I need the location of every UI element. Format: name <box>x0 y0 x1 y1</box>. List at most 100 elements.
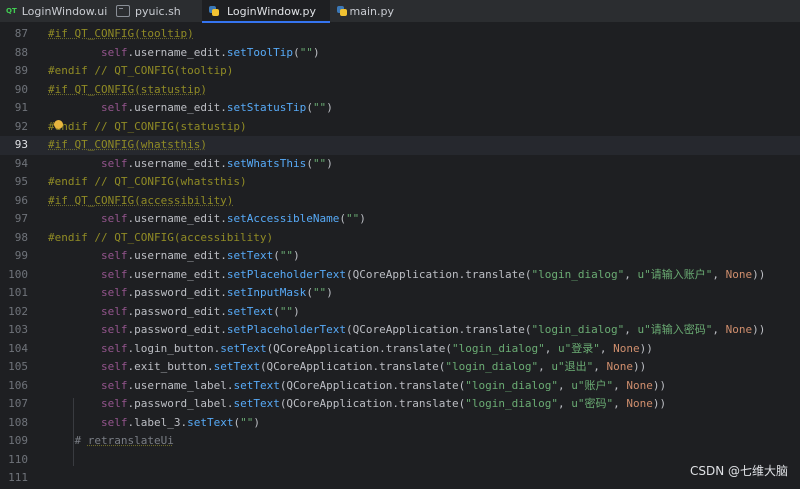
code-token: , <box>544 341 558 355</box>
line-number: 94 <box>14 156 28 170</box>
code-token: None <box>725 323 753 336</box>
code-line[interactable]: 94 self.username_edit.setWhatsThis("") <box>0 155 800 174</box>
code-line[interactable]: 99 self.username_edit.setText("") <box>0 247 800 266</box>
code-line[interactable]: 103 self.password_edit.setPlaceholderTex… <box>0 321 800 340</box>
code-token: .username_edit. <box>127 156 227 170</box>
code-token: , <box>624 323 638 336</box>
code-line[interactable]: 105 self.exit_button.setText(QCoreApplic… <box>0 358 800 377</box>
code-token: #endif // QT_CONFIG(statustip) <box>48 119 247 133</box>
code-token: #if QT_CONFIG(tooltip) <box>48 27 194 40</box>
code-token: ) <box>312 45 320 59</box>
code-token: None <box>725 267 753 281</box>
line-number: 89 <box>14 64 28 77</box>
code-token: u"请输入密码" <box>637 323 713 336</box>
line-number: 92 <box>14 119 28 133</box>
line-number: 110 <box>8 452 28 466</box>
intention-lightbulb-icon[interactable] <box>54 120 63 129</box>
code-token: , <box>712 267 726 281</box>
code-text: self.exit_button.setText(QCoreApplicatio… <box>48 358 646 377</box>
code-token: "login_dialog" <box>531 267 625 281</box>
code-token: .password_edit. <box>127 323 227 336</box>
code-token: .exit_button. <box>127 360 214 373</box>
tab-label: LoginWindow.py <box>226 4 316 18</box>
line-number: 88 <box>14 45 28 59</box>
code-text: #endif // QT_CONFIG(whatsthis) <box>48 173 247 192</box>
code-line[interactable]: 110 <box>0 451 800 470</box>
code-token: .password_label. <box>127 397 234 410</box>
code-text: self.username_label.setText(QCoreApplica… <box>48 377 666 396</box>
code-line[interactable]: 101 self.password_edit.setInputMask("") <box>0 284 800 303</box>
code-token: )) <box>752 267 766 281</box>
code-line[interactable]: 108 self.label_3.setText("") <box>0 414 800 433</box>
line-number: 95 <box>14 175 28 188</box>
code-token: ) <box>326 286 333 299</box>
code-token: u"请输入账户" <box>637 267 713 281</box>
code-token: self <box>100 360 128 373</box>
code-text: # retranslateUi <box>48 432 174 451</box>
code-token: .username_edit. <box>127 45 227 59</box>
code-line[interactable]: 100 self.username_edit.setPlaceholderTex… <box>0 266 800 285</box>
code-token: self <box>100 397 128 410</box>
tab-pyuic-sh[interactable]: pyuic.sh <box>110 0 202 22</box>
code-token: retranslateUi <box>87 434 174 447</box>
code-text: self.username_edit.setPlaceholderText(QC… <box>48 266 765 285</box>
code-token: self <box>100 249 128 262</box>
code-line[interactable]: 90 #if QT_CONFIG(statustip) <box>0 81 800 100</box>
code-token: )) <box>632 360 647 373</box>
indent-guide <box>73 398 74 466</box>
code-line[interactable]: 88 self.username_edit.setToolTip("") <box>0 44 800 63</box>
code-line[interactable]: 92 #endif // QT_CONFIG(statustip) <box>0 118 800 137</box>
code-token: , <box>538 360 552 373</box>
code-line[interactable]: 104 self.login_button.setText(QCoreAppli… <box>0 340 800 359</box>
code-line[interactable]: 102 self.password_edit.setText("") <box>0 303 800 322</box>
code-token: # <box>74 434 88 447</box>
code-token: .username_label. <box>127 378 234 392</box>
code-line[interactable]: 96 #if QT_CONFIG(accessibility) <box>0 192 800 211</box>
code-token: ( <box>273 249 280 262</box>
code-token: ( <box>306 286 313 299</box>
code-token: (QCoreApplication.translate( <box>259 360 446 373</box>
code-line[interactable]: 93 #if QT_CONFIG(whatsthis) <box>0 136 800 155</box>
code-line[interactable]: 89 #endif // QT_CONFIG(tooltip) <box>0 62 800 81</box>
code-token: )) <box>752 323 766 336</box>
tab-label: LoginWindow.ui <box>21 4 108 18</box>
code-line[interactable]: 107 self.password_label.setText(QCoreApp… <box>0 395 800 414</box>
code-token: self <box>100 45 128 59</box>
tab-label: main.py <box>349 4 394 18</box>
code-line[interactable]: 91 self.username_edit.setStatusTip("") <box>0 99 800 118</box>
code-line[interactable]: 98 #endif // QT_CONFIG(accessibility) <box>0 229 800 248</box>
code-token: "login_dialog" <box>452 341 545 355</box>
tab-main-py[interactable]: main.py <box>330 0 408 22</box>
code-token: )) <box>652 378 667 392</box>
code-token: setPlaceholderText <box>226 323 347 336</box>
code-line[interactable]: 87 #if QT_CONFIG(tooltip) <box>0 25 800 44</box>
code-token: "" <box>240 415 254 429</box>
code-editor[interactable]: 87 #if QT_CONFIG(tooltip) 88 self.username… <box>0 23 800 489</box>
code-line[interactable]: 97 self.username_edit.setAccessibleName(… <box>0 210 800 229</box>
code-token: , <box>624 267 638 281</box>
code-token: , <box>557 378 572 392</box>
code-line[interactable]: 95 #endif // QT_CONFIG(whatsthis) <box>0 173 800 192</box>
code-token: #if QT_CONFIG(statustip) <box>48 82 207 96</box>
code-line[interactable]: 109 # retranslateUi <box>0 432 800 451</box>
line-number: 97 <box>14 212 28 225</box>
code-token: "login_dialog" <box>465 397 558 410</box>
tab-loginwindow-py[interactable]: LoginWindow.py <box>202 0 330 23</box>
code-token: "login_dialog" <box>445 360 539 373</box>
code-token: setInputMask <box>226 286 307 299</box>
line-number: 90 <box>14 82 28 96</box>
code-line[interactable]: 106 self.username_label.setText(QCoreApp… <box>0 377 800 396</box>
python-file-icon <box>336 5 347 17</box>
line-number: 87 <box>14 27 28 40</box>
tab-loginwindow-ui[interactable]: QT LoginWindow.ui <box>0 0 110 22</box>
code-token: , <box>613 397 627 410</box>
code-token: ) <box>359 212 366 225</box>
code-text: #if QT_CONFIG(tooltip) <box>48 25 194 44</box>
code-line[interactable]: 111 <box>0 469 800 488</box>
